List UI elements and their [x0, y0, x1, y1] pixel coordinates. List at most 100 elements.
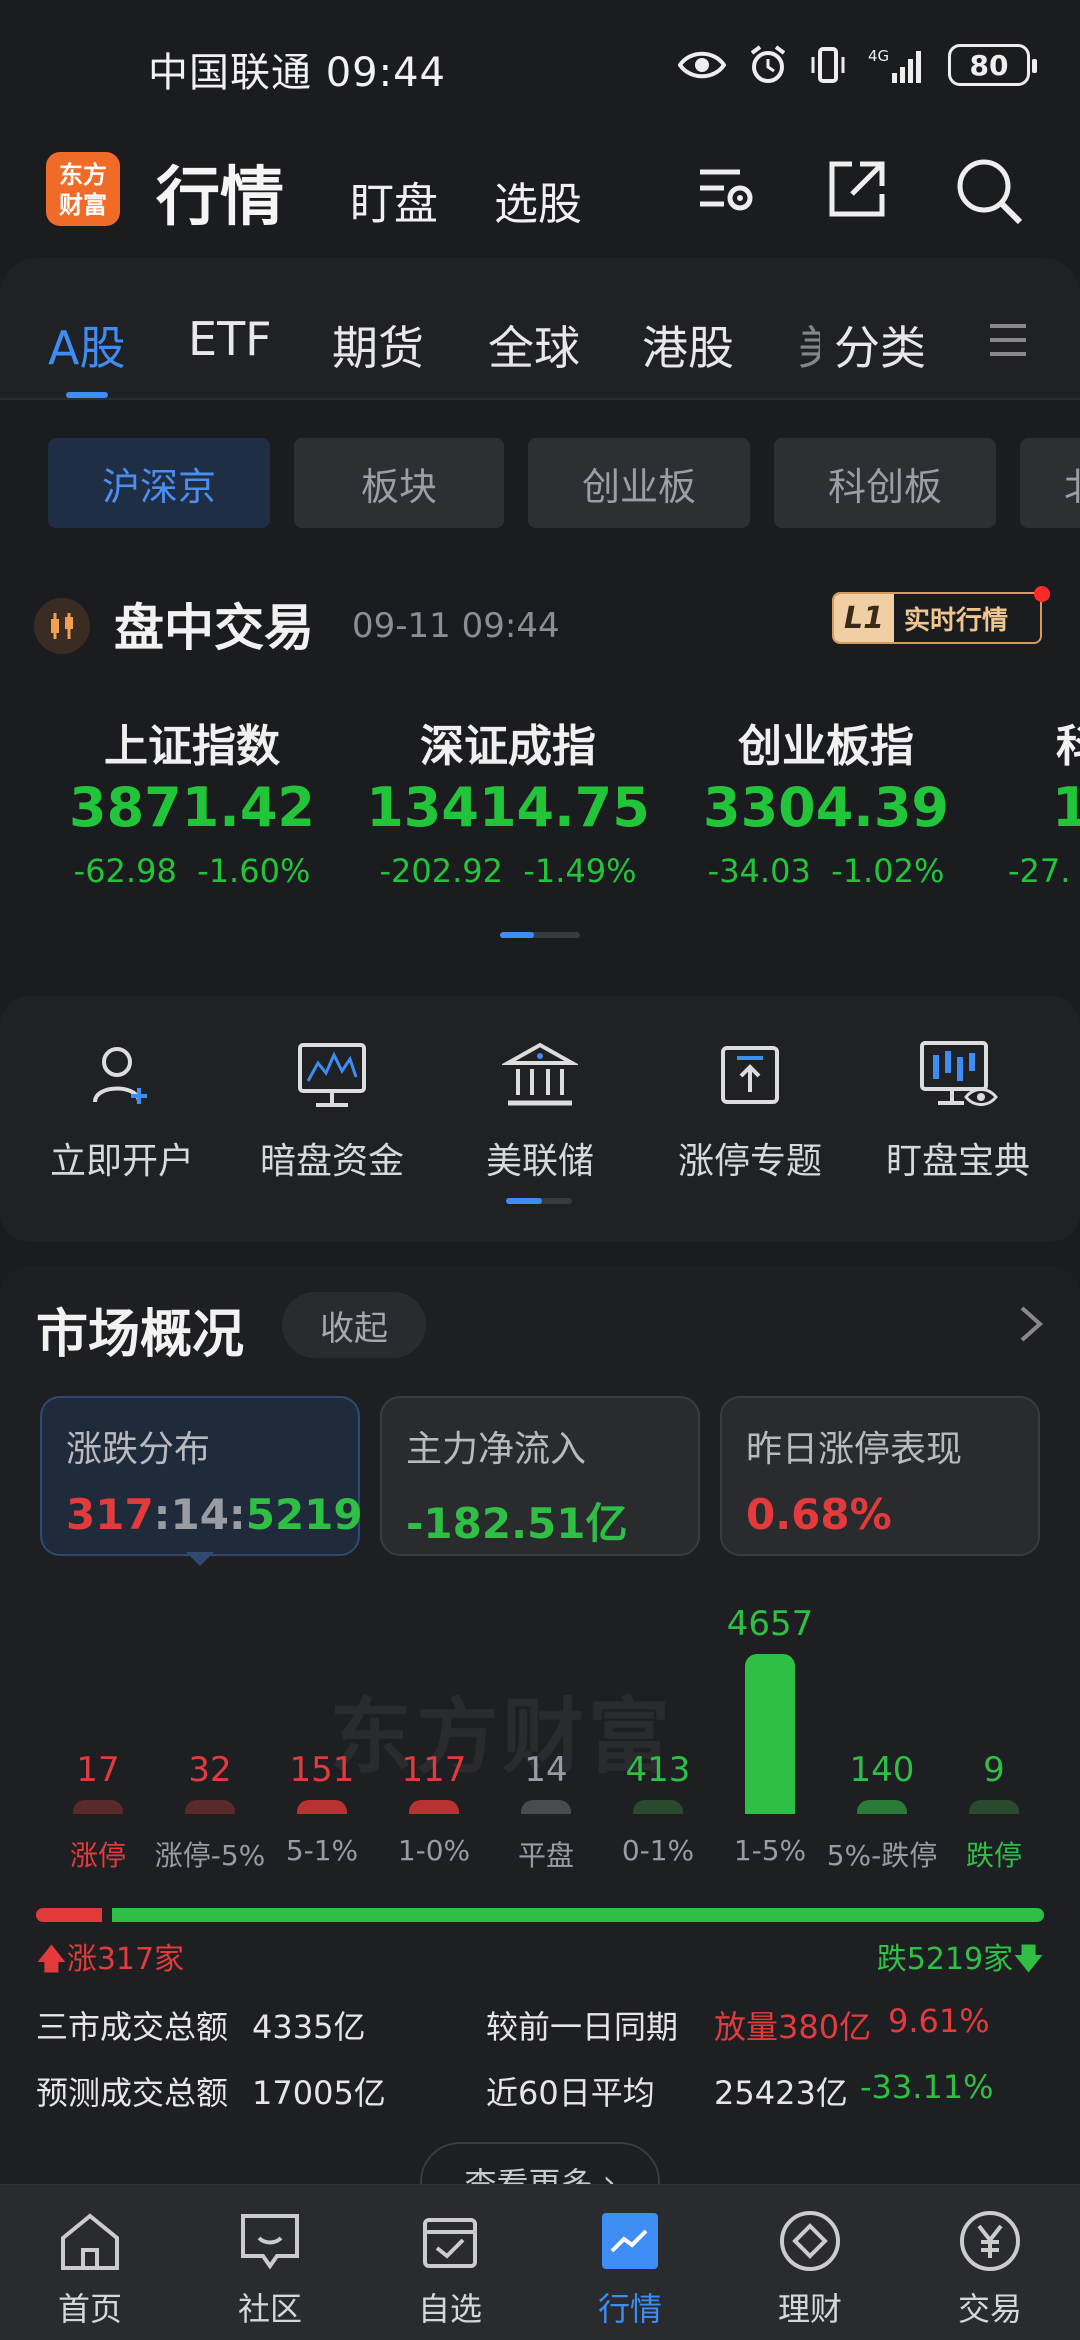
chip-bse[interactable]: 北: [1020, 438, 1080, 528]
candlestick-icon: [34, 598, 90, 654]
card-value: -182.51亿: [406, 1499, 628, 1548]
distribution-count: 151: [289, 1750, 355, 1790]
tab-etf[interactable]: ETF: [188, 312, 272, 366]
yen-icon: [920, 2206, 1060, 2276]
page-title: 行情: [156, 161, 284, 235]
chevron-right-icon[interactable]: [1016, 1304, 1046, 1348]
distribution-label: 跌停: [965, 1839, 1022, 1872]
stat-volume-change: 放量380亿: [714, 2008, 872, 2046]
index-change-abs: -62.98: [73, 852, 177, 890]
quick-label: 暗盘资金: [259, 1141, 404, 1182]
quick-fed[interactable]: 美联储: [440, 1030, 640, 1184]
tab-futures[interactable]: 期货: [332, 312, 424, 378]
trend-chart-icon: [560, 2206, 700, 2276]
quick-label: 美联储: [485, 1141, 594, 1182]
distribution-label: 平盘: [517, 1839, 574, 1872]
eye-icon: [678, 51, 726, 79]
separator: :: [153, 1490, 171, 1539]
distribution-bar: [857, 1800, 907, 1814]
card-rise-fall[interactable]: 涨跌分布 317:14:5219: [40, 1396, 363, 1556]
distribution-label: 0-1%: [621, 1834, 695, 1867]
add-user-icon: [22, 1030, 222, 1120]
nav-wealth[interactable]: 理财: [740, 2206, 880, 2330]
stat-pct-change: 9.61%: [888, 2002, 990, 2040]
nav-market[interactable]: 行情: [560, 2206, 700, 2330]
intraday-time: 09-11 09:44: [352, 606, 560, 646]
card-yesterday-limit-up[interactable]: 昨日涨停表现 0.68%: [720, 1396, 1040, 1556]
tab-watch[interactable]: 盯盘: [350, 168, 438, 232]
index-change-sse: -62.98 -1.60%: [32, 852, 352, 890]
distribution-count: 140: [849, 1750, 915, 1790]
chip-chinext[interactable]: 创业板: [528, 438, 750, 528]
index-change-pct: -1.60%: [197, 852, 311, 890]
tabs-menu-icon[interactable]: [988, 320, 1028, 364]
arrow-up-icon: 🡅: [36, 1942, 67, 1977]
quick-open-account[interactable]: 立即开户: [22, 1030, 222, 1184]
tab-global[interactable]: 全球: [488, 312, 580, 378]
nav-trade[interactable]: 交易: [920, 2206, 1060, 2330]
separator: :: [228, 1490, 246, 1539]
index-name-chinext[interactable]: 创业板指: [676, 710, 976, 774]
index-name-szse[interactable]: 深证成指: [358, 710, 658, 774]
nav-label: 行情: [597, 2290, 662, 2328]
quick-label: 立即开户: [49, 1141, 194, 1182]
chip-sh-sz-bj[interactable]: 沪深京: [48, 438, 270, 528]
tab-hk[interactable]: 港股: [642, 312, 734, 378]
distribution-count: 14: [524, 1750, 568, 1790]
notification-dot: [1034, 586, 1050, 602]
share-icon[interactable]: [824, 156, 890, 226]
distribution-bar: [73, 1800, 123, 1814]
quick-limit-up[interactable]: 涨停专题: [650, 1030, 850, 1184]
stat-label: 较前一日同期: [486, 2008, 679, 2046]
quick-pager-active: [506, 1198, 542, 1204]
chip-sector[interactable]: 板块: [294, 438, 504, 528]
quick-watch-guide[interactable]: 盯盘宝典: [858, 1030, 1058, 1184]
index-change-abs: -34.03: [707, 852, 811, 890]
index-value-chinext: 3304.39: [703, 776, 949, 839]
stat-label: 预测成交总额: [36, 2074, 229, 2112]
distribution-bar: [633, 1800, 683, 1814]
upload-box-icon: [650, 1030, 850, 1120]
distribution-label: 1-0%: [397, 1834, 471, 1867]
app-logo[interactable]: 东方财富: [46, 152, 120, 226]
card-value: 317:14:5219: [66, 1490, 363, 1539]
index-change-chinext: -34.03 -1.02%: [666, 852, 986, 890]
index-name-star[interactable]: 科: [1056, 710, 1080, 774]
tab-a-shares[interactable]: A股: [48, 312, 125, 378]
tab-stock-picker[interactable]: 选股: [494, 168, 582, 232]
tab-us[interactable]: 美: [798, 312, 820, 378]
nav-home[interactable]: 首页: [20, 2206, 160, 2330]
search-icon[interactable]: [954, 156, 1024, 230]
settings-list-icon[interactable]: [694, 156, 760, 226]
quick-dark-pool[interactable]: 暗盘资金: [232, 1030, 432, 1184]
rise-total: 🡅涨317家: [36, 1934, 184, 1988]
index-pager-active: [500, 932, 534, 938]
nav-community[interactable]: 社区: [200, 2206, 340, 2330]
chat-icon: [200, 2206, 340, 2276]
status-carrier-time: 中国联通 09:44: [148, 50, 446, 96]
distribution-bar: [297, 1800, 347, 1814]
index-name-sse[interactable]: 上证指数: [42, 710, 342, 774]
distribution-count: 413: [625, 1750, 691, 1790]
distribution-count: 9: [983, 1750, 1005, 1790]
nav-label: 自选: [417, 2290, 482, 2328]
svg-text:4G: 4G: [868, 47, 889, 65]
index-value-star: 1: [1052, 776, 1080, 839]
collapse-button[interactable]: 收起: [282, 1292, 426, 1358]
checkbox-icon: [380, 2206, 520, 2276]
tab-category[interactable]: 分类: [834, 312, 926, 378]
nav-watchlist[interactable]: 自选: [380, 2206, 520, 2330]
home-icon: [20, 2206, 160, 2276]
realtime-quote-badge[interactable]: L1 实时行情: [832, 592, 1042, 644]
intraday-title: 盘中交易: [114, 599, 314, 657]
fall-progress: [112, 1908, 1044, 1922]
index-value-szse: 13414.75: [366, 776, 650, 839]
distribution-count: 4657: [726, 1604, 814, 1644]
distribution-bar: [745, 1654, 795, 1814]
quick-label: 盯盘宝典: [885, 1141, 1030, 1182]
arrow-down-icon: 🡇: [1013, 1942, 1044, 1977]
distribution-count: 17: [76, 1750, 120, 1790]
bottom-nav: [0, 2184, 1080, 2340]
chip-star[interactable]: 科创板: [774, 438, 996, 528]
card-main-net-inflow[interactable]: 主力净流入 -182.51亿: [380, 1396, 700, 1556]
